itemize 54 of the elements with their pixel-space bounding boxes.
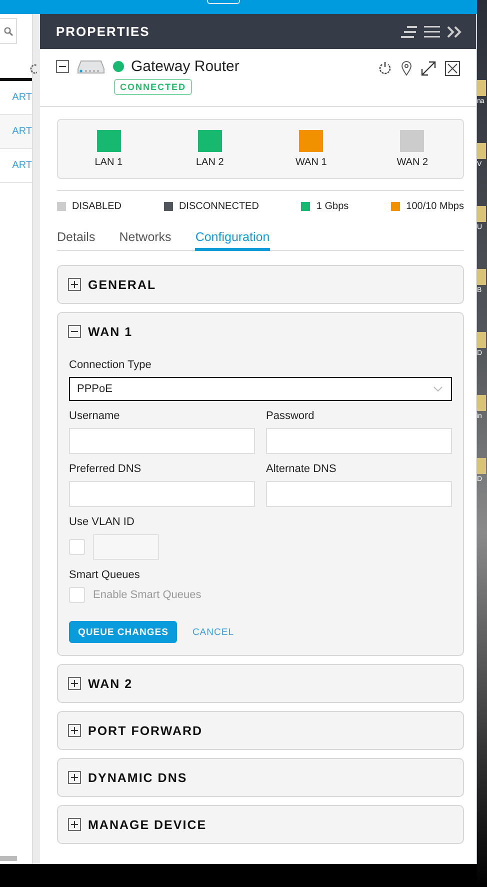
align-icon[interactable] (401, 26, 417, 38)
search-icon (4, 26, 13, 36)
power-icon[interactable] (378, 61, 392, 75)
field-label: Use VLAN ID (69, 516, 136, 528)
section-header[interactable]: GENERAL (58, 266, 463, 303)
chevron-down-icon (433, 386, 443, 392)
port-label: LAN 2 (196, 157, 224, 168)
desktop-icon[interactable] (477, 458, 486, 474)
close-icon[interactable] (445, 61, 460, 76)
field-label: Preferred DNS (69, 463, 142, 475)
resize-icon[interactable] (421, 61, 436, 76)
input-field[interactable] (69, 481, 255, 507)
double-chevron-icon[interactable] (447, 26, 463, 38)
desktop-icon[interactable] (477, 395, 486, 411)
location-pin-icon[interactable] (401, 61, 412, 76)
field-label: Alternate DNS (266, 463, 338, 475)
field-label: Smart Queues (69, 569, 141, 581)
gear-icon (28, 63, 37, 75)
desktop-icon[interactable] (477, 143, 486, 159)
port-label: LAN 1 (94, 157, 123, 168)
tab[interactable]: Networks (119, 230, 172, 251)
scrollbar-thumb (0, 856, 17, 861)
section-header[interactable]: DYNAMIC DNS (58, 759, 463, 796)
field-label: Password (266, 410, 316, 422)
tab[interactable]: Details (57, 230, 96, 251)
window-button[interactable] (207, 0, 240, 4)
input-field[interactable] (69, 428, 255, 454)
section-header[interactable]: PORT FORWARD (58, 712, 463, 749)
desktop-icon[interactable] (477, 206, 486, 222)
checkbox-label: Enable Smart Queues (93, 589, 202, 601)
input-field[interactable] (266, 428, 452, 454)
field-label: Connection Type (69, 359, 152, 371)
router-icon (77, 60, 105, 74)
legend-label: DISABLED (72, 201, 122, 212)
legend-label: 100/10 Mbps (406, 201, 464, 212)
field-label: Username (69, 410, 121, 422)
input-field[interactable] (266, 481, 452, 507)
status-badge: CONNECTED (114, 79, 192, 95)
menu-icon[interactable] (424, 26, 440, 38)
section-header[interactable]: WAN 2 (58, 665, 463, 702)
port-label: WAN 2 (396, 157, 428, 168)
port-label: WAN 1 (295, 157, 327, 168)
device-name: Gateway Router (131, 58, 240, 75)
legend-label: 1 Gbps (316, 201, 349, 212)
search-field[interactable] (0, 18, 17, 44)
desktop-icon[interactable] (477, 269, 486, 285)
connection-type-select[interactable]: PPPoE (69, 377, 452, 401)
section-header[interactable]: MANAGE DEVICE (58, 806, 463, 843)
checkbox[interactable] (69, 539, 85, 555)
panel-title: PROPERTIES (56, 24, 151, 39)
section-header[interactable]: WAN 1 (58, 313, 463, 350)
legend-label: DISCONNECTED (178, 201, 259, 212)
desktop-icon[interactable] (477, 80, 486, 96)
desktop-icon[interactable] (477, 332, 486, 348)
